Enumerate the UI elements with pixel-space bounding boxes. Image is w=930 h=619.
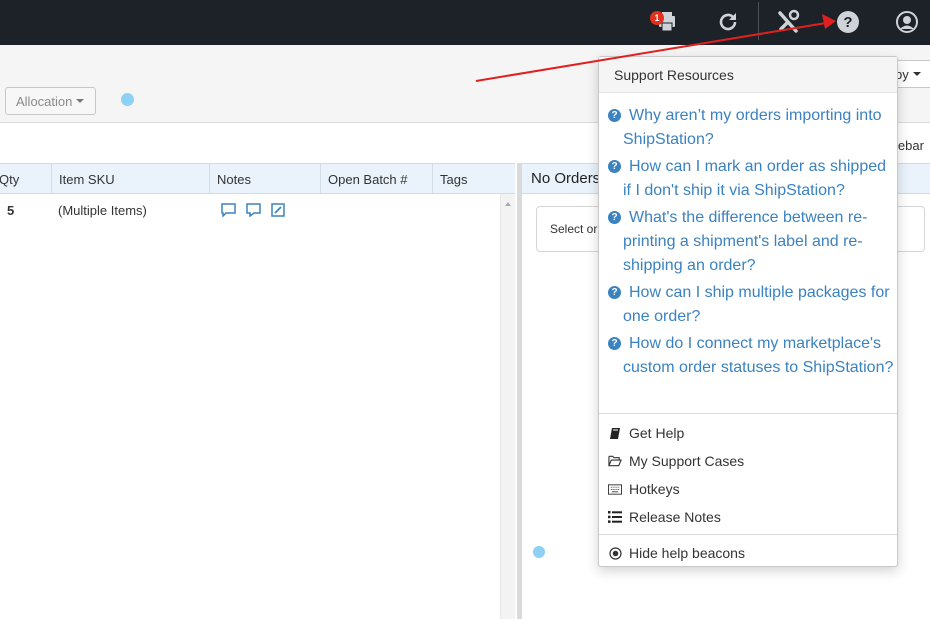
internal-note-icon[interactable] [246, 203, 261, 217]
get-help-label: Get Help [629, 425, 685, 441]
allocation-dropdown[interactable]: Allocation [5, 87, 96, 115]
my-support-cases-item[interactable]: My Support Cases [599, 447, 897, 475]
refresh-icon [719, 13, 737, 31]
svg-text:?: ? [843, 14, 852, 31]
notes-cell [221, 203, 285, 217]
release-notes-item[interactable]: Release Notes [599, 503, 897, 531]
column-header-open-batch[interactable]: Open Batch # [320, 164, 432, 194]
book-icon [608, 426, 622, 440]
edit-note-icon[interactable] [271, 203, 285, 217]
folder-open-icon [608, 454, 622, 468]
column-header-qty[interactable]: Qty [0, 164, 52, 194]
get-help-item[interactable]: Get Help [599, 419, 897, 447]
question-circle-icon: ? [608, 160, 621, 173]
table-scrollbar[interactable] [500, 194, 515, 619]
keyboard-icon [608, 482, 622, 496]
customer-note-icon[interactable] [221, 203, 236, 217]
support-resources-menu: Support Resources ? Why aren’t my orders… [598, 56, 898, 567]
support-menu-header: Support Resources [599, 57, 897, 93]
help-icon: ? [837, 11, 859, 33]
chevron-down-icon [912, 72, 921, 76]
question-circle-icon: ? [608, 211, 621, 224]
notification-badge: 1 [650, 11, 664, 25]
question-circle-icon: ? [608, 286, 621, 299]
chevron-down-icon [76, 99, 85, 103]
scroll-up-icon[interactable] [505, 202, 511, 206]
faq-link[interactable]: ? How can I mark an order as shipped if … [608, 155, 895, 203]
column-header-item-sku[interactable]: Item SKU [51, 164, 210, 194]
hotkeys-label: Hotkeys [629, 481, 680, 497]
allocation-label: Allocation [16, 93, 73, 109]
question-circle-icon: ? [608, 109, 621, 122]
list-icon [608, 510, 622, 524]
faq-link[interactable]: ? How do I connect my marketplace's cust… [608, 332, 895, 380]
qty-cell: 5 [7, 202, 15, 218]
tools-icon [778, 9, 800, 33]
sku-cell: (Multiple Items) [58, 202, 147, 218]
menu-divider [599, 534, 897, 535]
hide-help-beacons-label: Hide help beacons [629, 545, 745, 561]
beacon-icon [608, 546, 622, 560]
faq-link[interactable]: ? Why aren’t my orders importing into Sh… [608, 104, 895, 152]
release-notes-label: Release Notes [629, 509, 721, 525]
sidebar-toggle-link[interactable]: lebar [895, 138, 924, 153]
user-icon [896, 11, 918, 33]
column-header-tags[interactable]: Tags [432, 164, 515, 194]
hide-help-beacons-item[interactable]: Hide help beacons [599, 539, 897, 567]
help-beacon[interactable] [121, 93, 134, 106]
account-button[interactable] [893, 8, 921, 36]
print-queue-button[interactable]: 1 [650, 8, 681, 36]
refresh-button[interactable] [714, 8, 742, 36]
menu-divider [599, 413, 897, 414]
column-header-notes[interactable]: Notes [209, 164, 320, 194]
question-circle-icon: ? [608, 337, 621, 350]
orders-table-header: Qty Item SKU Notes Open Batch # Tags [0, 163, 515, 194]
settings-button[interactable] [774, 8, 802, 36]
table-row[interactable]: 5 (Multiple Items) [0, 194, 500, 226]
topbar-divider [758, 2, 759, 40]
help-button[interactable]: ? [834, 8, 862, 36]
faq-link[interactable]: ? What's the difference between re-print… [608, 206, 895, 278]
my-support-cases-label: My Support Cases [629, 453, 745, 469]
top-navigation-bar: 1 ? [0, 0, 930, 45]
help-beacon[interactable] [533, 546, 545, 558]
hotkeys-item[interactable]: Hotkeys [599, 475, 897, 503]
faq-link[interactable]: ? How can I ship multiple packages for o… [608, 281, 895, 329]
